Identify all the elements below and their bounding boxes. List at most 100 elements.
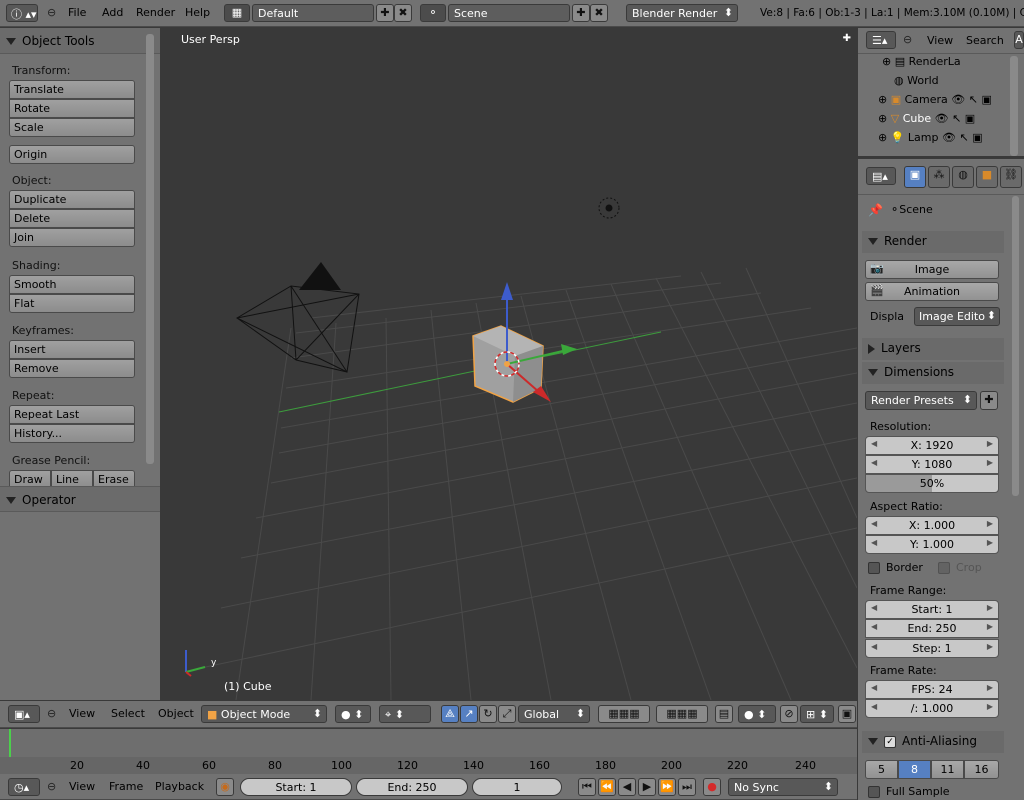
collapse-menus-icon[interactable]: ⊖ (903, 33, 912, 46)
delete-button[interactable]: Delete (9, 209, 135, 228)
aspect-y-field[interactable]: ◀ Y: 1.000 ▶ (865, 535, 999, 554)
history-button[interactable]: History... (9, 424, 135, 443)
scale-manipulator-icon[interactable]: ⤢ (498, 705, 516, 723)
add-scene-button[interactable]: ✚ (572, 4, 590, 22)
start-frame-field[interactable]: Start: 1 (240, 778, 352, 796)
eye-icon[interactable]: 👁 (935, 112, 949, 125)
rotate-manipulator-icon[interactable]: ↻ (479, 705, 497, 723)
viewport-3d[interactable]: User Persp ✚ (1) Cube y (161, 28, 857, 700)
frame-end-field[interactable]: ◀ End: 250 ▶ (865, 619, 999, 638)
render-icon[interactable]: ▣ (981, 93, 991, 106)
insert-keyframe-button[interactable]: Insert (9, 340, 135, 359)
menu-select[interactable]: Select (111, 707, 145, 720)
mode-dropdown[interactable]: ■ Object Mode ⬍ (201, 705, 327, 723)
scene-field[interactable]: Scene (448, 4, 570, 22)
remove-keyframe-button[interactable]: Remove (9, 359, 135, 378)
editor-type-outliner-button[interactable]: ☰▴ (866, 31, 896, 49)
toolshelf-scrollbar[interactable] (146, 34, 154, 464)
display-dropdown[interactable]: Image Edito ⬍ (914, 307, 1000, 326)
menu-playback[interactable]: Playback (155, 780, 204, 793)
frame-start-field[interactable]: ◀ Start: 1 ▶ (865, 600, 999, 619)
outliner-item[interactable]: ⊕ ▣ Camera 👁 ↖ ▣ (878, 93, 1018, 112)
viewport-corner-icon[interactable]: ✚ (843, 33, 851, 44)
lock-layers-icon[interactable]: ▤ (715, 705, 733, 723)
delete-scene-button[interactable]: ✖ (590, 4, 608, 22)
collapse-menus-icon[interactable]: ⊖ (47, 707, 56, 720)
cursor-icon[interactable]: ↖ (959, 131, 968, 144)
next-keyframe-icon[interactable]: ⏩ (658, 778, 676, 796)
menu-help[interactable]: Help (185, 6, 210, 19)
outliner-scrollbar[interactable] (1010, 56, 1018, 156)
snap-toggle-icon[interactable]: ⊘ (780, 705, 798, 723)
rotate-button[interactable]: Rotate (9, 99, 135, 118)
editor-type-info-button[interactable]: ⓘ ▴▾ (6, 4, 38, 22)
aa-samples-8[interactable]: 8 (898, 760, 931, 779)
viewport-shading-dropdown[interactable]: ● ⬍ (335, 705, 371, 723)
flat-button[interactable]: Flat (9, 294, 135, 313)
anti-aliasing-checkbox[interactable]: ✓ (884, 735, 896, 748)
menu-add[interactable]: Add (102, 6, 123, 19)
add-preset-button[interactable]: ✚ (980, 391, 998, 410)
scale-button[interactable]: Scale (9, 118, 135, 137)
collapse-menus-icon[interactable]: ⊖ (47, 780, 56, 793)
fps-base-field[interactable]: ◀/: 1.000 ▶ (865, 699, 999, 718)
menu-frame[interactable]: Frame (109, 780, 143, 793)
end-frame-field[interactable]: End: 250 (356, 778, 468, 796)
menu-search[interactable]: Search (966, 34, 1004, 47)
render-image-button[interactable]: 📷 Image (865, 260, 999, 279)
pin-icon[interactable]: 📌 (868, 203, 883, 217)
world-tab-icon[interactable]: ◍ (952, 166, 974, 188)
render-icon[interactable]: ▣ (965, 112, 975, 125)
layers-section-header[interactable]: Layers (862, 338, 1004, 360)
current-frame-field[interactable]: 1 (472, 778, 562, 796)
add-screen-button[interactable]: ✚ (376, 4, 394, 22)
eye-icon[interactable]: 👁 (942, 131, 956, 144)
aa-samples-5[interactable]: 5 (865, 760, 898, 779)
object-tab-icon[interactable]: ■ (976, 166, 998, 188)
aa-samples-16[interactable]: 16 (964, 760, 999, 779)
jump-end-icon[interactable]: ⏭ (678, 778, 696, 796)
render-animation-button[interactable]: 🎬 Animation (865, 282, 999, 301)
resolution-percentage-slider[interactable]: 50% (865, 474, 999, 493)
render-tab-icon[interactable]: ▣ (904, 166, 926, 188)
prev-keyframe-icon[interactable]: ⏪ (598, 778, 616, 796)
sync-dropdown[interactable]: No Sync ⬍ (728, 778, 838, 796)
proportional-edit-dropdown[interactable]: ● ⬍ (738, 705, 776, 723)
constraints-tab-icon[interactable]: ⛓ (1000, 166, 1022, 188)
render-engine-dropdown[interactable]: Blender Render ⬍ (626, 4, 738, 22)
origin-button[interactable]: Origin (9, 145, 135, 164)
delete-screen-button[interactable]: ✖ (394, 4, 412, 22)
menu-object[interactable]: Object (158, 707, 194, 720)
join-button[interactable]: Join (9, 228, 135, 247)
orientation-dropdown[interactable]: Global ⬍ (518, 705, 590, 723)
timeline-area[interactable]: 20 40 60 80 100 120 140 160 180 200 220 … (0, 728, 857, 774)
translate-manipulator-icon[interactable]: ↗ (460, 705, 478, 723)
dimensions-section-header[interactable]: Dimensions (862, 362, 1004, 384)
manipulator-toggle-icon[interactable]: ⟁ (441, 705, 459, 723)
display-mode-dropdown[interactable]: A (1014, 31, 1024, 49)
anti-aliasing-section-header[interactable]: ✓ Anti-Aliasing (862, 731, 1004, 753)
repeat-last-button[interactable]: Repeat Last (9, 405, 135, 424)
snap-element-dropdown[interactable]: ⊞ ⬍ (800, 705, 834, 723)
collapse-menus-icon[interactable]: ⊖ (47, 6, 56, 19)
menu-render[interactable]: Render (136, 6, 175, 19)
render-section-header[interactable]: Render (862, 231, 1004, 253)
current-frame-line[interactable] (9, 729, 11, 757)
resolution-x-field[interactable]: ◀ X: 1920 ▶ (865, 436, 999, 455)
outliner-item[interactable]: ⊕ ▽ Cube 👁 ↖ ▣ (878, 112, 1018, 131)
render-layers-tab-icon[interactable]: ⁂ (928, 166, 950, 188)
play-reverse-icon[interactable]: ◀ (618, 778, 636, 796)
menu-file[interactable]: File (68, 6, 86, 19)
layers-grid-2[interactable]: ▦▦▦ (656, 705, 708, 723)
menu-view[interactable]: View (927, 34, 953, 47)
outliner-item[interactable]: ⊕ ▤ RenderLa (882, 55, 1012, 74)
full-sample-checkbox[interactable]: Full Sample (868, 785, 950, 798)
duplicate-button[interactable]: Duplicate (9, 190, 135, 209)
outliner-item[interactable]: ⊕ 💡 Lamp 👁 ↖ ▣ (878, 131, 1018, 150)
border-checkbox[interactable]: Border (868, 561, 923, 574)
scene-icon[interactable]: ⚬ (420, 4, 446, 22)
play-icon[interactable]: ▶ (638, 778, 656, 796)
operator-panel[interactable]: Operator (0, 486, 160, 512)
editor-type-3d-button[interactable]: ▣▴ (8, 705, 40, 723)
outliner-item[interactable]: ◍ World (894, 74, 1024, 93)
